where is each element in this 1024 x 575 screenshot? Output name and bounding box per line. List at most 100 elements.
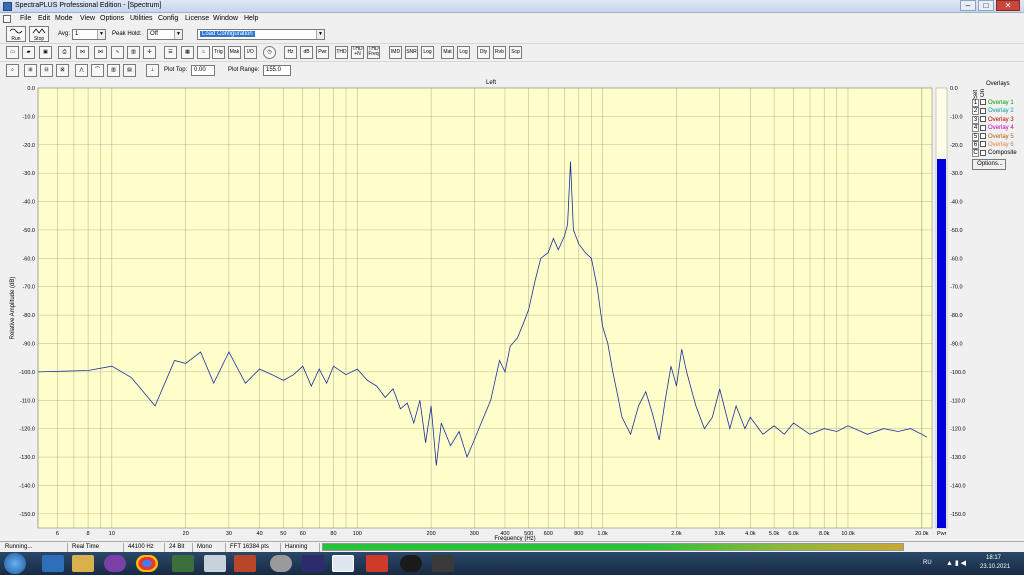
mat-button[interactable]: Mat bbox=[441, 46, 454, 59]
overlay-set-number[interactable]: 3 bbox=[972, 115, 979, 124]
plot-range-input[interactable]: 155.0 bbox=[263, 65, 291, 76]
menu-window[interactable]: Window bbox=[213, 15, 238, 22]
overlay-set-number[interactable]: C bbox=[972, 149, 979, 158]
start-button[interactable] bbox=[4, 553, 26, 574]
thd-button[interactable]: THD bbox=[335, 46, 348, 59]
configuration-select[interactable]: Load Configuration ▼ bbox=[197, 29, 325, 40]
peak-hold-select[interactable]: Off ▼ bbox=[147, 29, 183, 40]
media-icon[interactable] bbox=[104, 555, 126, 572]
save-icon[interactable]: ▣ bbox=[39, 46, 52, 59]
menu-file[interactable]: File bbox=[20, 15, 31, 22]
bands-icon[interactable]: ▥ bbox=[107, 64, 120, 77]
select-icon[interactable]: ⊟ bbox=[40, 64, 53, 77]
marker-button[interactable]: Mak bbox=[228, 46, 241, 59]
minimize-button[interactable]: – bbox=[960, 0, 976, 11]
overlay-row[interactable]: 3 Overlay 3 bbox=[972, 115, 1014, 124]
overlay-checkbox[interactable] bbox=[980, 124, 986, 131]
overlay-row[interactable]: C Composite bbox=[972, 149, 1017, 158]
ie-icon[interactable] bbox=[42, 555, 64, 572]
filter-icon[interactable]: ⌒ bbox=[91, 64, 104, 77]
app-red-icon[interactable] bbox=[234, 555, 256, 572]
grid-icon[interactable]: ▦ bbox=[181, 46, 194, 59]
language-indicator[interactable]: RU bbox=[923, 560, 932, 566]
menu-help[interactable]: Help bbox=[244, 15, 258, 22]
plot-top-input[interactable]: 0.00 bbox=[191, 65, 215, 76]
fire-icon[interactable]: ♨ bbox=[197, 46, 210, 59]
tray-icons[interactable]: ▲ ▮ ◀ bbox=[946, 559, 966, 567]
measure-icon[interactable]: ⊠ bbox=[56, 64, 69, 77]
stop-button[interactable]: Stop bbox=[29, 26, 49, 42]
overlay-set-number[interactable]: 4 bbox=[972, 124, 979, 133]
log-button[interactable]: Log bbox=[421, 46, 434, 59]
spectrum-icon[interactable]: ▥ bbox=[127, 46, 140, 59]
app-navy-icon[interactable] bbox=[302, 555, 324, 572]
overlay-row[interactable]: 2 Overlay 2 bbox=[972, 107, 1014, 116]
menu-options[interactable]: Options bbox=[100, 15, 124, 22]
overlay-checkbox[interactable] bbox=[980, 99, 986, 106]
new-icon[interactable]: ▭ bbox=[6, 46, 19, 59]
page-icon[interactable]: ☰ bbox=[164, 46, 177, 59]
plot-area[interactable] bbox=[37, 87, 933, 529]
options-button[interactable]: Options... bbox=[972, 159, 1006, 170]
print-icon[interactable]: ⎙ bbox=[58, 46, 71, 59]
close-button[interactable]: ✕ bbox=[996, 0, 1020, 11]
menu-mode[interactable]: Mode bbox=[55, 15, 73, 22]
overlay-set-number[interactable]: 2 bbox=[972, 107, 979, 116]
wave-left-icon[interactable]: ⋈ bbox=[76, 46, 89, 59]
menu-license[interactable]: License bbox=[185, 15, 209, 22]
app-green-icon[interactable] bbox=[172, 555, 194, 572]
zoom-icon[interactable]: ⌕ bbox=[6, 64, 19, 77]
spectrum-chart[interactable]: Left 0.0 -10.0 -20.0 -30.0 -40.0 -50.0 -60.0 -70… bbox=[0, 78, 1024, 542]
overlay-set-number[interactable]: 5 bbox=[972, 132, 979, 141]
app-black-icon[interactable] bbox=[400, 555, 422, 572]
overlay-checkbox[interactable] bbox=[980, 141, 986, 148]
notepad-icon[interactable] bbox=[204, 555, 226, 572]
overlay-row[interactable]: 5 Overlay 5 bbox=[972, 132, 1014, 141]
spectraplus-task-icon[interactable] bbox=[332, 555, 354, 572]
hz-button[interactable]: Hz bbox=[284, 46, 297, 59]
app-window-icon[interactable] bbox=[432, 555, 454, 572]
app-f-icon[interactable] bbox=[366, 555, 388, 572]
reverb-button[interactable]: Rvb bbox=[493, 46, 506, 59]
app-gray-icon[interactable] bbox=[270, 555, 292, 572]
overlay-checkbox[interactable] bbox=[980, 149, 986, 156]
db-button[interactable]: dB bbox=[300, 46, 313, 59]
delay-button[interactable]: Dly bbox=[477, 46, 490, 59]
log2-button[interactable]: Log bbox=[457, 46, 470, 59]
explorer-icon[interactable] bbox=[72, 555, 94, 572]
thd-n-button[interactable]: THD +N bbox=[351, 46, 364, 59]
clock-icon[interactable]: ◷ bbox=[263, 46, 276, 59]
bars-icon[interactable]: ▤ bbox=[123, 64, 136, 77]
open-icon[interactable]: ▰ bbox=[22, 46, 35, 59]
snr-button[interactable]: SNR bbox=[405, 46, 418, 59]
overlay-checkbox[interactable] bbox=[980, 116, 986, 123]
trigger-button[interactable]: Trig bbox=[212, 46, 225, 59]
overlay-set-number[interactable]: 1 bbox=[972, 99, 979, 107]
menu-utilities[interactable]: Utilities bbox=[130, 15, 153, 22]
overlay-row[interactable]: 1 Overlay 1 bbox=[972, 99, 1014, 107]
overlay-row[interactable]: 6 Overlay 6 bbox=[972, 141, 1014, 149]
waveform-icon[interactable]: ∿ bbox=[111, 46, 124, 59]
overlay-set-number[interactable]: 6 bbox=[972, 141, 979, 149]
io-button[interactable]: I/O bbox=[244, 46, 257, 59]
scope-button[interactable]: Scp bbox=[509, 46, 522, 59]
maximize-button[interactable]: □ bbox=[978, 0, 994, 11]
phase-icon[interactable]: ✢ bbox=[143, 46, 156, 59]
menu-config[interactable]: Config bbox=[158, 15, 178, 22]
imd-button[interactable]: IMD bbox=[389, 46, 402, 59]
chrome-icon[interactable] bbox=[136, 555, 158, 572]
pwr-button[interactable]: Pwr bbox=[316, 46, 329, 59]
scale-icon[interactable]: ⊥ bbox=[146, 64, 159, 77]
menu-edit[interactable]: Edit bbox=[38, 15, 50, 22]
peak-icon[interactable]: ⋀ bbox=[75, 64, 88, 77]
menu-view[interactable]: View bbox=[80, 15, 95, 22]
wave-right-icon[interactable]: ⋈ bbox=[94, 46, 107, 59]
overlay-checkbox[interactable] bbox=[980, 133, 986, 140]
thd-freq-button[interactable]: THD Freq bbox=[367, 46, 380, 59]
cursor-icon[interactable]: ⊞ bbox=[24, 64, 37, 77]
overlay-checkbox[interactable] bbox=[980, 107, 986, 114]
overlay-row[interactable]: 4 Overlay 4 bbox=[972, 124, 1014, 133]
run-button[interactable]: Run bbox=[6, 26, 26, 42]
y-tick-label: -90.0 bbox=[22, 341, 35, 347]
avg-select[interactable]: 1 ▼ bbox=[72, 29, 106, 40]
